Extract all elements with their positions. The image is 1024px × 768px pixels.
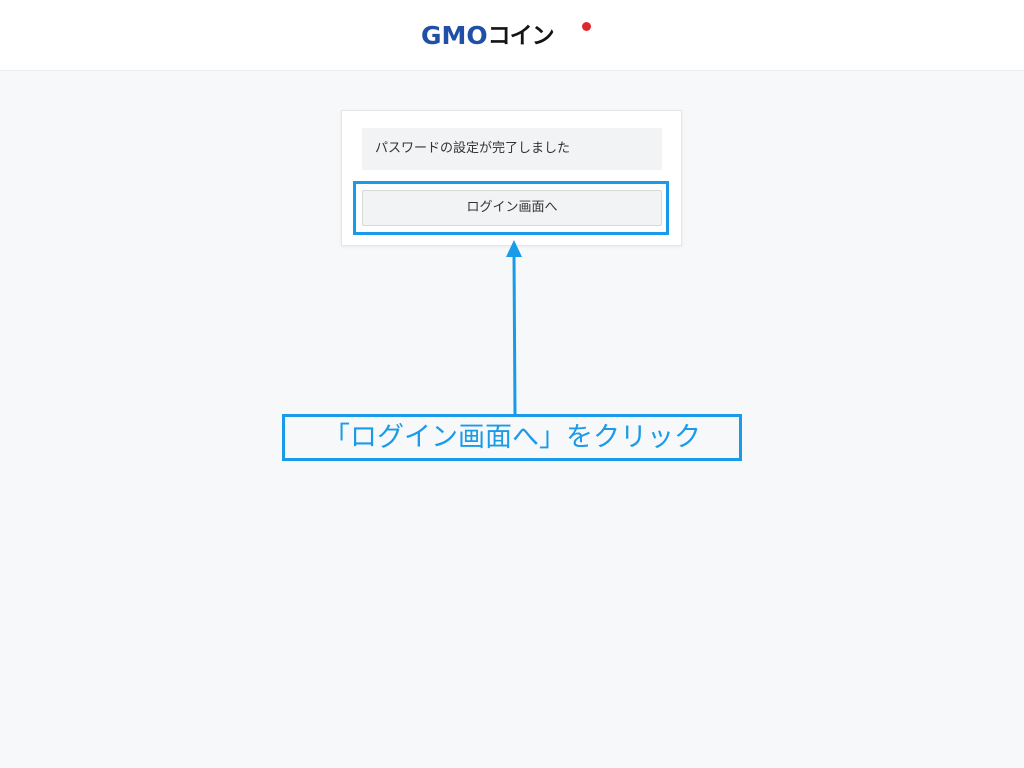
pointer-arrow-icon	[506, 240, 522, 415]
instruction-callout: 「ログイン画面へ」をクリック	[282, 414, 742, 461]
